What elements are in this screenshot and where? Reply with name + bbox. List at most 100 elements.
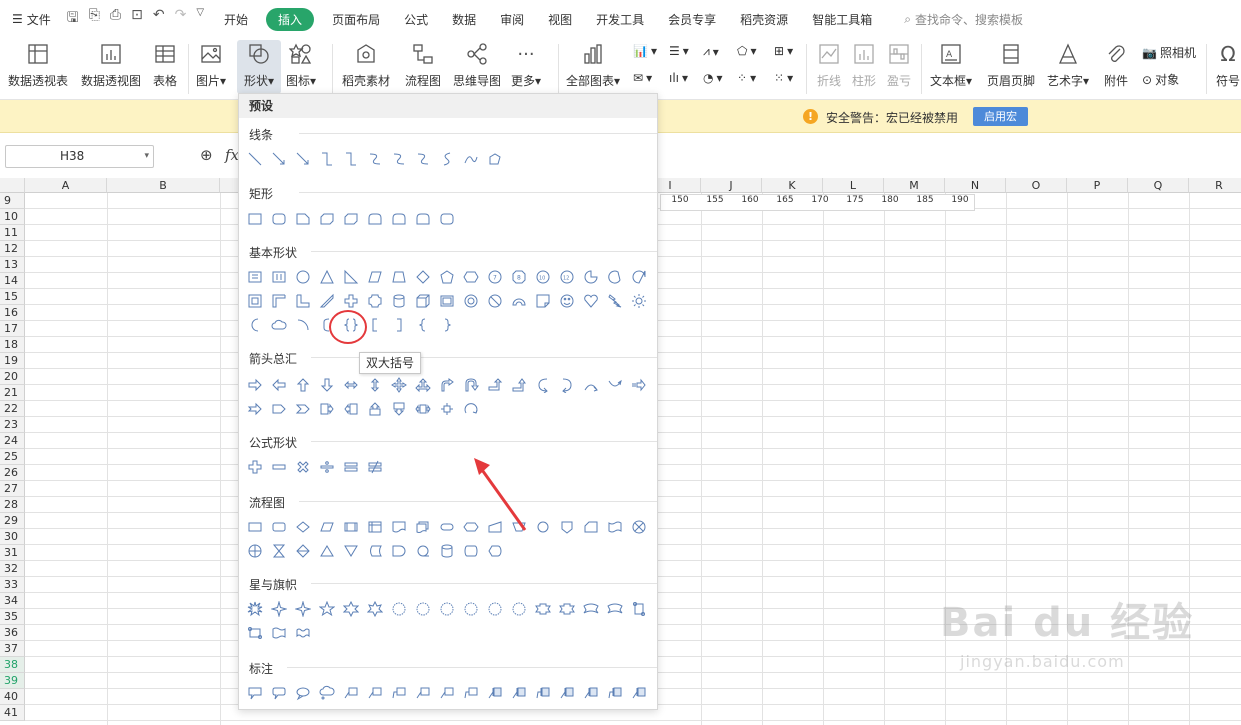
starN-shape-icon[interactable] <box>486 600 504 618</box>
line2-shape-icon[interactable] <box>438 684 456 702</box>
scribble-shape-icon[interactable] <box>462 150 480 168</box>
cell-value[interactable]: 150 <box>665 195 695 205</box>
name-box[interactable]: H38 ▾ <box>5 145 154 168</box>
rcall-shape-icon[interactable] <box>318 400 336 418</box>
udarrow-shape-icon[interactable] <box>366 376 384 394</box>
column-header[interactable]: Q <box>1128 178 1189 193</box>
ucall-shape-icon[interactable] <box>366 400 384 418</box>
column-header[interactable]: B <box>107 178 220 193</box>
nosym-shape-icon[interactable] <box>486 292 504 310</box>
dec-shape-icon[interactable]: 10 <box>534 268 552 286</box>
offpage-shape-icon[interactable] <box>558 518 576 536</box>
enable-macro-button[interactable]: 启用宏 <box>973 107 1028 126</box>
object-button[interactable]: ⊙ 对象 <box>1142 71 1179 88</box>
cell-value[interactable]: 180 <box>875 195 905 205</box>
fx-icon[interactable]: fx <box>225 146 239 164</box>
column-header[interactable]: J <box>701 178 762 193</box>
snip2-shape-icon[interactable] <box>342 210 360 228</box>
tri-shape-icon[interactable] <box>318 268 336 286</box>
curvd-shape-icon[interactable] <box>606 376 624 394</box>
scurve-shape-icon[interactable] <box>438 150 456 168</box>
ribbonD-shape-icon[interactable] <box>558 600 576 618</box>
bent-shape-icon[interactable] <box>438 376 456 394</box>
line3-shape-icon[interactable] <box>462 684 480 702</box>
row-header[interactable]: 23 <box>0 417 25 433</box>
acc3-shape-icon[interactable] <box>606 684 624 702</box>
starN-shape-icon[interactable] <box>438 600 456 618</box>
line2-shape-icon[interactable] <box>366 684 384 702</box>
tape-shape-icon[interactable] <box>606 518 624 536</box>
sparkline-line-button[interactable]: 折线 <box>815 40 843 89</box>
wave-shape-icon[interactable] <box>270 624 288 642</box>
curvl-shape-icon[interactable] <box>558 376 576 394</box>
altproc-shape-icon[interactable] <box>270 518 288 536</box>
row-header[interactable]: 22 <box>0 401 25 417</box>
table-button[interactable]: 表格 <box>151 40 179 89</box>
collate-shape-icon[interactable] <box>270 542 288 560</box>
plaque-shape-icon[interactable] <box>366 292 384 310</box>
sparkline-winloss-button[interactable]: 盈亏 <box>885 40 913 89</box>
mindmap-button[interactable]: 思维导图 <box>453 40 501 89</box>
column-header[interactable]: A <box>25 178 107 193</box>
darrow-shape-icon[interactable] <box>318 376 336 394</box>
can-shape-icon[interactable] <box>390 292 408 310</box>
curvr-shape-icon[interactable] <box>534 376 552 394</box>
acc1-shape-icon[interactable] <box>486 684 504 702</box>
div-shape-icon[interactable] <box>318 458 336 476</box>
tab-data[interactable]: 数据 <box>440 11 488 28</box>
ribcurve-shape-icon[interactable] <box>606 600 624 618</box>
cell-value[interactable]: 165 <box>770 195 800 205</box>
attachment-button[interactable]: 附件 <box>1102 40 1130 89</box>
quad-shape-icon[interactable] <box>390 376 408 394</box>
lup-shape-icon[interactable] <box>486 376 504 394</box>
curve-shape-icon[interactable] <box>366 150 384 168</box>
neq-shape-icon[interactable] <box>366 458 384 476</box>
round1-shape-icon[interactable] <box>390 210 408 228</box>
notched-shape-icon[interactable] <box>246 400 264 418</box>
stat-chart-button[interactable]: ılı ▾ <box>669 71 688 85</box>
row-header[interactable]: 18 <box>0 337 25 353</box>
more-button[interactable]: ··· 更多▾ <box>511 40 541 89</box>
cell-value[interactable]: 175 <box>840 195 870 205</box>
conn-shape-icon[interactable] <box>534 518 552 536</box>
arc-shape-icon[interactable] <box>510 292 528 310</box>
redo-icon[interactable]: ↷ <box>175 7 187 31</box>
delay-shape-icon[interactable] <box>390 542 408 560</box>
callrect-shape-icon[interactable] <box>246 684 264 702</box>
column-header[interactable]: L <box>823 178 884 193</box>
acc2-shape-icon[interactable] <box>510 684 528 702</box>
hept-shape-icon[interactable]: 7 <box>486 268 504 286</box>
textbox-button[interactable]: A 文本框▾ <box>930 40 972 89</box>
pivot-chart-button[interactable]: 数据透视图 <box>81 40 141 89</box>
vtext-shape-icon[interactable] <box>270 268 288 286</box>
shape-button[interactable]: 形状▾ <box>237 40 281 94</box>
row-header[interactable]: 20 <box>0 369 25 385</box>
area-chart-button[interactable]: ✉ ▾ <box>633 71 652 85</box>
stripe-shape-icon[interactable] <box>630 376 648 394</box>
decision-shape-icon[interactable] <box>294 518 312 536</box>
lrup-shape-icon[interactable] <box>414 376 432 394</box>
cell-value[interactable]: 190 <box>945 195 975 205</box>
tab-home[interactable]: 开始 <box>212 11 260 28</box>
row-header[interactable]: 34 <box>0 593 25 609</box>
dwave-shape-icon[interactable] <box>294 624 312 642</box>
scatter-chart-button[interactable]: ⁘ ▾ <box>737 71 756 85</box>
file-menu[interactable]: ☰ 文件 <box>0 11 59 28</box>
column-header[interactable]: R <box>1189 178 1241 193</box>
sun-shape-icon[interactable] <box>630 292 648 310</box>
sparkline-column-button[interactable]: 柱形 <box>850 40 878 89</box>
bevel-shape-icon[interactable] <box>438 292 456 310</box>
other-chart-button[interactable]: ⊞ ▾ <box>774 44 793 58</box>
rarrow-shape-icon[interactable] <box>246 376 264 394</box>
row-header[interactable]: 33 <box>0 577 25 593</box>
row-header[interactable]: 15 <box>0 289 25 305</box>
cell-value[interactable]: 160 <box>735 195 765 205</box>
lrcall-shape-icon[interactable] <box>414 400 432 418</box>
curve-shape-icon[interactable] <box>414 150 432 168</box>
row-header[interactable]: 41 <box>0 705 25 721</box>
mult-shape-icon[interactable] <box>294 458 312 476</box>
tab-formula[interactable]: 公式 <box>392 11 440 28</box>
row-header[interactable]: 36 <box>0 625 25 641</box>
column-header[interactable]: O <box>1006 178 1067 193</box>
circle-shape-icon[interactable] <box>294 268 312 286</box>
